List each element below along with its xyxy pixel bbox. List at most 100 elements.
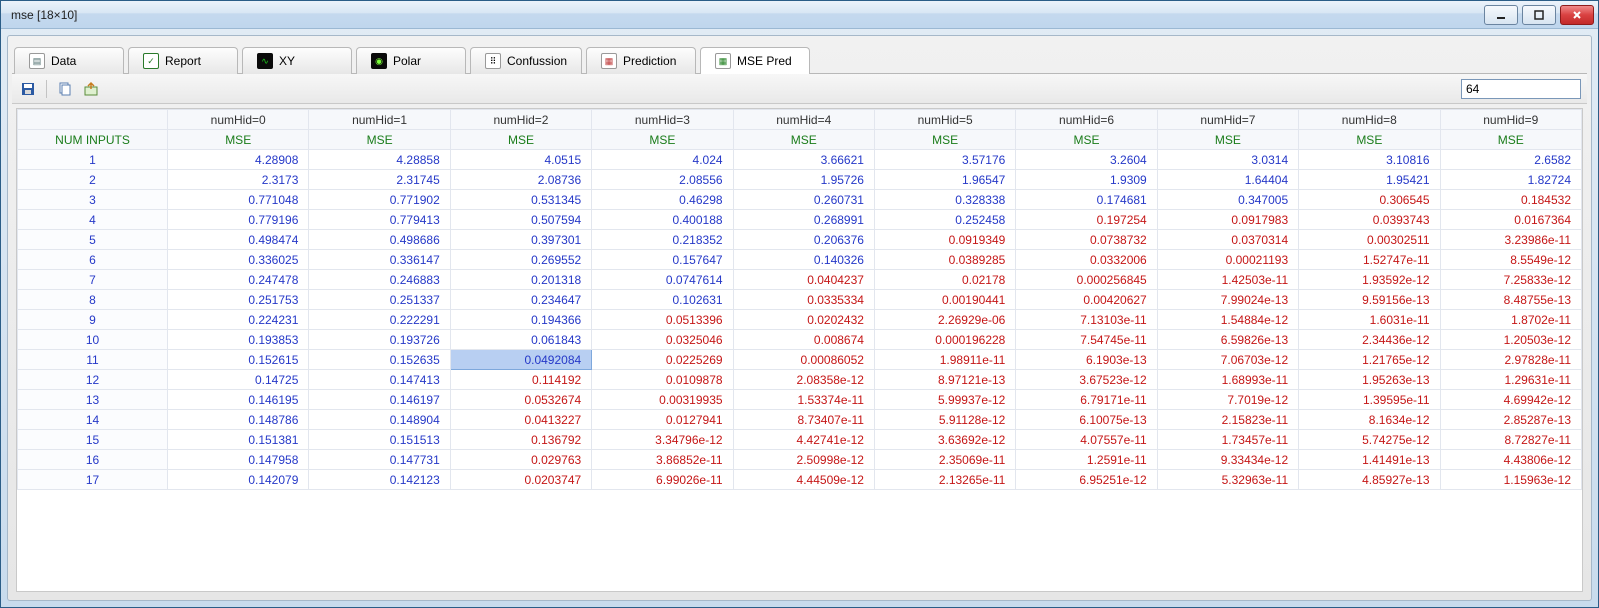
titlebar[interactable]: mse [18×10] (1, 1, 1598, 29)
cell[interactable]: 1.29631e-11 (1440, 370, 1581, 390)
cell[interactable]: 0.328338 (874, 190, 1015, 210)
cell[interactable]: 0.197254 (1016, 210, 1157, 230)
cell[interactable]: 0.00021193 (1157, 250, 1298, 270)
row-header[interactable]: 1 (18, 150, 168, 170)
cell[interactable]: 0.029763 (450, 450, 591, 470)
cell[interactable]: 1.64404 (1157, 170, 1298, 190)
col-header[interactable]: numHid=9 (1440, 110, 1581, 130)
cell[interactable]: 3.67523e-12 (1016, 370, 1157, 390)
cell[interactable]: 2.08736 (450, 170, 591, 190)
cell[interactable]: 0.0325046 (592, 330, 733, 350)
tab-xy[interactable]: ∿XY (242, 47, 352, 74)
cell[interactable]: 4.44509e-12 (733, 470, 874, 490)
cell[interactable]: 0.771902 (309, 190, 450, 210)
cell[interactable]: 1.54884e-12 (1157, 310, 1298, 330)
cell[interactable]: 2.26929e-06 (874, 310, 1015, 330)
cell[interactable]: 0.00086052 (733, 350, 874, 370)
cell[interactable]: 0.247478 (168, 270, 309, 290)
cell[interactable]: 6.79171e-11 (1016, 390, 1157, 410)
cell[interactable]: 0.269552 (450, 250, 591, 270)
copy-button[interactable] (55, 79, 75, 99)
col-header[interactable]: numHid=4 (733, 110, 874, 130)
cell[interactable]: 3.86852e-11 (592, 450, 733, 470)
cell[interactable]: 2.34436e-12 (1299, 330, 1440, 350)
row-header[interactable]: 16 (18, 450, 168, 470)
cell[interactable]: 1.20503e-12 (1440, 330, 1581, 350)
col-header[interactable]: numHid=3 (592, 110, 733, 130)
cell[interactable]: 0.0167364 (1440, 210, 1581, 230)
cell[interactable]: 0.246883 (309, 270, 450, 290)
cell[interactable]: 1.15963e-12 (1440, 470, 1581, 490)
tab-prediction[interactable]: ▦Prediction (586, 47, 696, 74)
cell[interactable]: 2.15823e-11 (1157, 410, 1298, 430)
cell[interactable]: 0.336147 (309, 250, 450, 270)
cell[interactable]: 8.48755e-13 (1440, 290, 1581, 310)
cell[interactable]: 0.114192 (450, 370, 591, 390)
cell[interactable]: 1.2591e-11 (1016, 450, 1157, 470)
col-header[interactable]: numHid=6 (1016, 110, 1157, 130)
cell[interactable]: 1.68993e-11 (1157, 370, 1298, 390)
cell[interactable]: 5.74275e-12 (1299, 430, 1440, 450)
cell[interactable]: 0.218352 (592, 230, 733, 250)
cell[interactable]: 7.99024e-13 (1157, 290, 1298, 310)
row-header[interactable]: 14 (18, 410, 168, 430)
cell[interactable]: 4.28908 (168, 150, 309, 170)
cell[interactable]: 5.91128e-12 (874, 410, 1015, 430)
row-header[interactable]: 13 (18, 390, 168, 410)
cell[interactable]: 7.13103e-11 (1016, 310, 1157, 330)
cell[interactable]: 2.08358e-12 (733, 370, 874, 390)
cell[interactable]: 0.397301 (450, 230, 591, 250)
cell[interactable]: 0.008674 (733, 330, 874, 350)
cell[interactable]: 2.6582 (1440, 150, 1581, 170)
cell[interactable]: 8.72827e-11 (1440, 430, 1581, 450)
cell[interactable]: 0.779196 (168, 210, 309, 230)
tab-report[interactable]: ✓Report (128, 47, 238, 74)
cell[interactable]: 0.061843 (450, 330, 591, 350)
cell[interactable]: 1.41491e-13 (1299, 450, 1440, 470)
row-header[interactable]: 11 (18, 350, 168, 370)
cell[interactable]: 0.400188 (592, 210, 733, 230)
cell[interactable]: 0.152615 (168, 350, 309, 370)
cell[interactable]: 2.97828e-11 (1440, 350, 1581, 370)
row-header[interactable]: 2 (18, 170, 168, 190)
cell[interactable]: 0.0413227 (450, 410, 591, 430)
cell[interactable]: 0.206376 (733, 230, 874, 250)
cell[interactable]: 0.0225269 (592, 350, 733, 370)
close-button[interactable] (1560, 5, 1594, 25)
cell[interactable]: 1.6031e-11 (1299, 310, 1440, 330)
cell[interactable]: 3.0314 (1157, 150, 1298, 170)
cell[interactable]: 0.0127941 (592, 410, 733, 430)
cell[interactable]: 3.63692e-12 (874, 430, 1015, 450)
cell[interactable]: 3.23986e-11 (1440, 230, 1581, 250)
cell[interactable]: 0.268991 (733, 210, 874, 230)
cell[interactable]: 0.151381 (168, 430, 309, 450)
row-header[interactable]: 15 (18, 430, 168, 450)
cell[interactable]: 0.148904 (309, 410, 450, 430)
cell[interactable]: 0.148786 (168, 410, 309, 430)
cell[interactable]: 7.7019e-12 (1157, 390, 1298, 410)
cell[interactable]: 2.50998e-12 (733, 450, 874, 470)
cell[interactable]: 0.251337 (309, 290, 450, 310)
cell[interactable]: 0.498474 (168, 230, 309, 250)
cell[interactable]: 0.234647 (450, 290, 591, 310)
cell[interactable]: 0.152635 (309, 350, 450, 370)
cell[interactable]: 4.28858 (309, 150, 450, 170)
cell[interactable]: 3.10816 (1299, 150, 1440, 170)
cell[interactable]: 0.142123 (309, 470, 450, 490)
cell[interactable]: 0.0335334 (733, 290, 874, 310)
tab-confussion[interactable]: ⠿Confussion (470, 47, 582, 74)
row-header[interactable]: 10 (18, 330, 168, 350)
cell[interactable]: 0.0919349 (874, 230, 1015, 250)
cell[interactable]: 0.0513396 (592, 310, 733, 330)
row-header[interactable]: 7 (18, 270, 168, 290)
col-header[interactable]: numHid=5 (874, 110, 1015, 130)
cell[interactable]: 0.0202432 (733, 310, 874, 330)
cell[interactable]: 0.531345 (450, 190, 591, 210)
cell[interactable]: 2.3173 (168, 170, 309, 190)
cell[interactable]: 5.99937e-12 (874, 390, 1015, 410)
cell[interactable]: 0.0492084 (450, 350, 591, 370)
cell[interactable]: 1.39595e-11 (1299, 390, 1440, 410)
cell[interactable]: 0.140326 (733, 250, 874, 270)
cell[interactable]: 0.194366 (450, 310, 591, 330)
cell[interactable]: 8.1634e-12 (1299, 410, 1440, 430)
